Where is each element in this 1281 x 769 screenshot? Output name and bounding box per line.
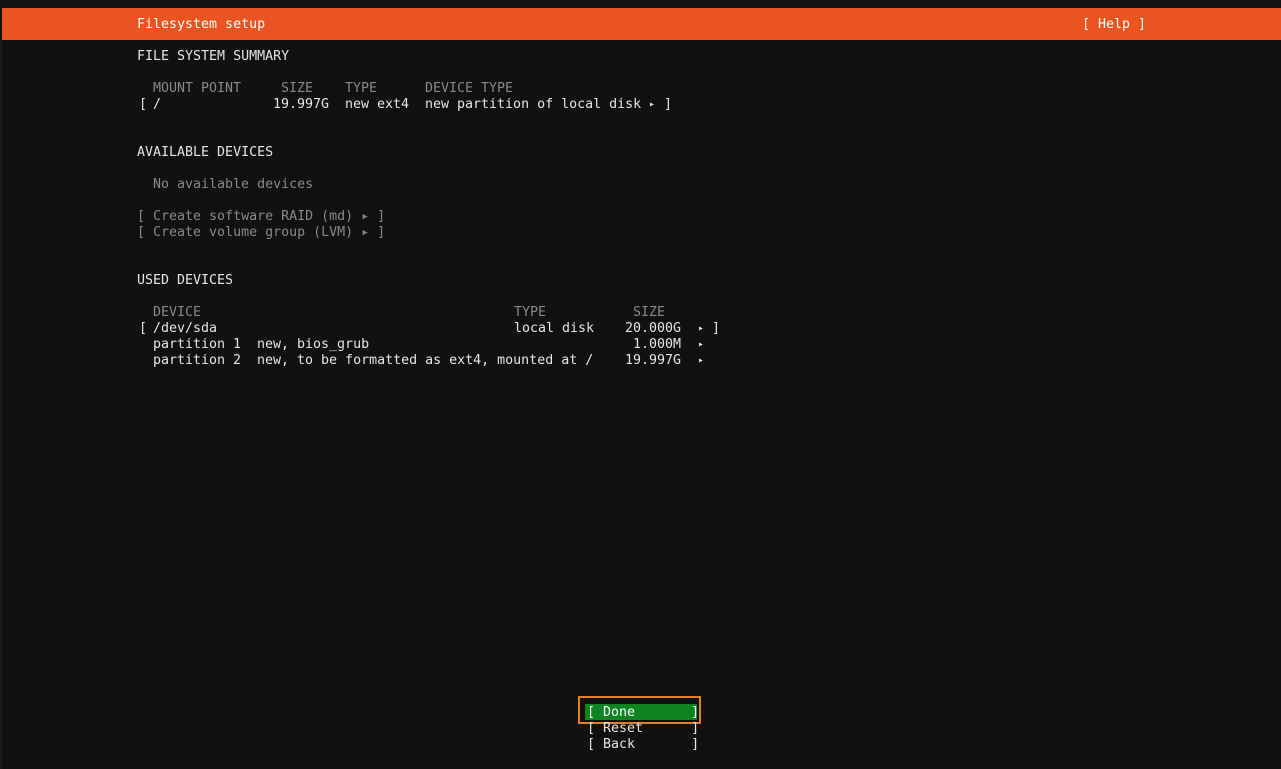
used-col-device: DEVICE (153, 305, 202, 320)
disk-size: 20.000G (625, 321, 682, 336)
window-edge (0, 40, 2, 769)
partition-size: 19.997G (625, 353, 682, 368)
row-close-bracket: ] (664, 97, 673, 112)
partition-desc: new, to be formatted as ext4, mounted at… (257, 353, 594, 368)
summary-heading: FILE SYSTEM SUMMARY (137, 49, 290, 64)
summary-mount: / (153, 97, 162, 112)
used-col-type: TYPE (514, 305, 547, 320)
used-heading: USED DEVICES (137, 273, 234, 288)
create-raid-button[interactable]: [ Create software RAID (md) ▸ ] (137, 209, 385, 225)
create-lvm-button[interactable]: [ Create volume group (LVM) ▸ ] (137, 225, 385, 241)
done-button[interactable]: [ Done ] (587, 705, 699, 721)
summary-col-size: SIZE (281, 81, 314, 96)
partition-size: 1.000M (633, 337, 682, 352)
available-heading: AVAILABLE DEVICES (137, 145, 274, 160)
top-strip (0, 0, 1281, 8)
chevron-right-icon[interactable]: ▸ (698, 321, 704, 337)
used-col-size: SIZE (633, 305, 666, 320)
summary-device-type: new partition of local disk (425, 97, 642, 112)
disk-device: /dev/sda (153, 321, 218, 336)
reset-button[interactable]: [ Reset ] (587, 721, 699, 737)
partition-name: partition 2 (153, 353, 242, 368)
disk-close-bracket: ] (712, 321, 721, 336)
summary-type: new ext4 (345, 97, 410, 112)
disk-type: local disk (514, 321, 595, 336)
chevron-right-icon[interactable]: ▸ (698, 337, 704, 353)
row-open-bracket: [ (139, 97, 148, 112)
summary-col-device-type: DEVICE TYPE (425, 81, 514, 96)
chevron-right-icon[interactable]: ▸ (698, 353, 704, 369)
partition-desc: new, bios_grub (257, 337, 370, 352)
summary-col-type: TYPE (345, 81, 378, 96)
disk-open-bracket: [ (139, 321, 148, 336)
page-title: Filesystem setup (137, 17, 266, 32)
no-devices-text: No available devices (153, 177, 314, 192)
help-button[interactable]: [ Help ] (1082, 17, 1146, 33)
chevron-right-icon[interactable]: ▸ (649, 97, 655, 113)
summary-col-mount-point: MOUNT POINT (153, 81, 242, 96)
partition-name: partition 1 (153, 337, 242, 352)
back-button[interactable]: [ Back ] (587, 737, 699, 753)
summary-size: 19.997G (273, 97, 330, 112)
